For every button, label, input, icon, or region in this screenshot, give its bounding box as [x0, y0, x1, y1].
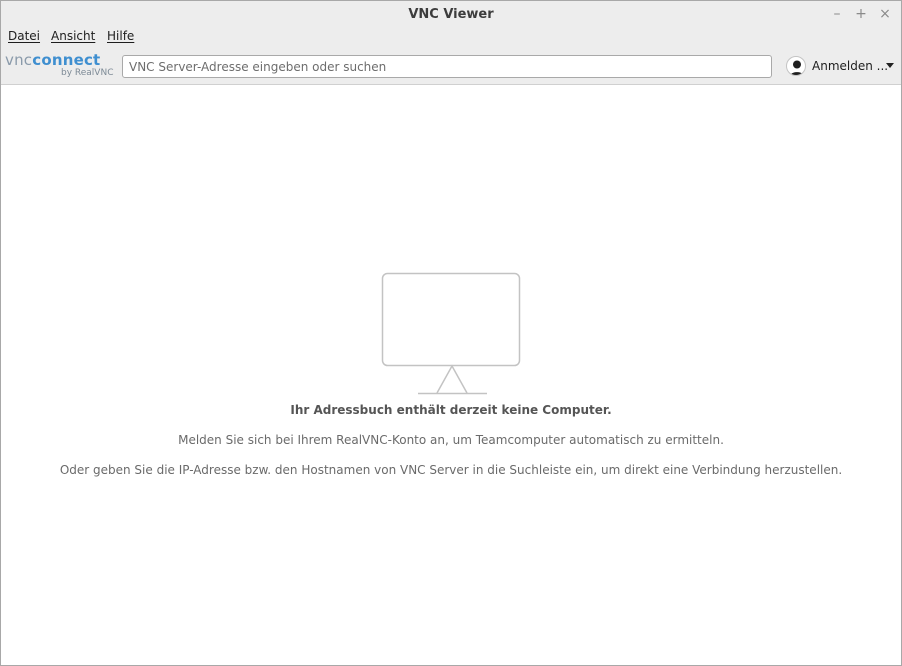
chevron-down-icon	[886, 63, 894, 68]
logo-wordmark: vncconnect	[5, 51, 100, 69]
vnc-viewer-window: VNC Viewer – + × Datei Ansicht Hilfe vnc…	[0, 0, 902, 666]
empty-state-signin-hint: Melden Sie sich bei Ihrem RealVNC-Konto …	[178, 433, 724, 447]
logo-connect-text: connect	[32, 51, 101, 69]
monitor-icon	[381, 272, 523, 396]
vnc-connect-logo: vncconnect by RealVNC	[5, 51, 115, 81]
title-bar[interactable]: VNC Viewer – + ×	[1, 1, 901, 28]
empty-state-search-hint: Oder geben Sie die IP-Adresse bzw. den H…	[59, 463, 843, 477]
maximize-button[interactable]: +	[852, 5, 870, 23]
user-avatar-icon	[786, 56, 806, 76]
close-button[interactable]: ×	[876, 5, 894, 23]
sign-in-menu-button[interactable]: Anmelden ...	[786, 56, 898, 78]
logo-vnc-text: vnc	[5, 51, 33, 69]
server-search-input[interactable]	[122, 55, 772, 78]
address-book-area: Ihr Adressbuch enthält derzeit keine Com…	[1, 86, 901, 665]
empty-state-title: Ihr Adressbuch enthält derzeit keine Com…	[290, 403, 612, 417]
menu-datei[interactable]: Datei	[8, 29, 40, 43]
menu-hilfe[interactable]: Hilfe	[107, 29, 134, 43]
logo-byline: by RealVNC	[61, 68, 114, 78]
menu-bar: Datei Ansicht Hilfe	[1, 28, 901, 48]
window-title: VNC Viewer	[408, 7, 494, 22]
minimize-button[interactable]: –	[828, 5, 846, 23]
toolbar: vncconnect by RealVNC Anmelden ...	[1, 48, 901, 85]
menu-ansicht[interactable]: Ansicht	[51, 29, 95, 43]
sign-in-label: Anmelden ...	[812, 59, 889, 73]
